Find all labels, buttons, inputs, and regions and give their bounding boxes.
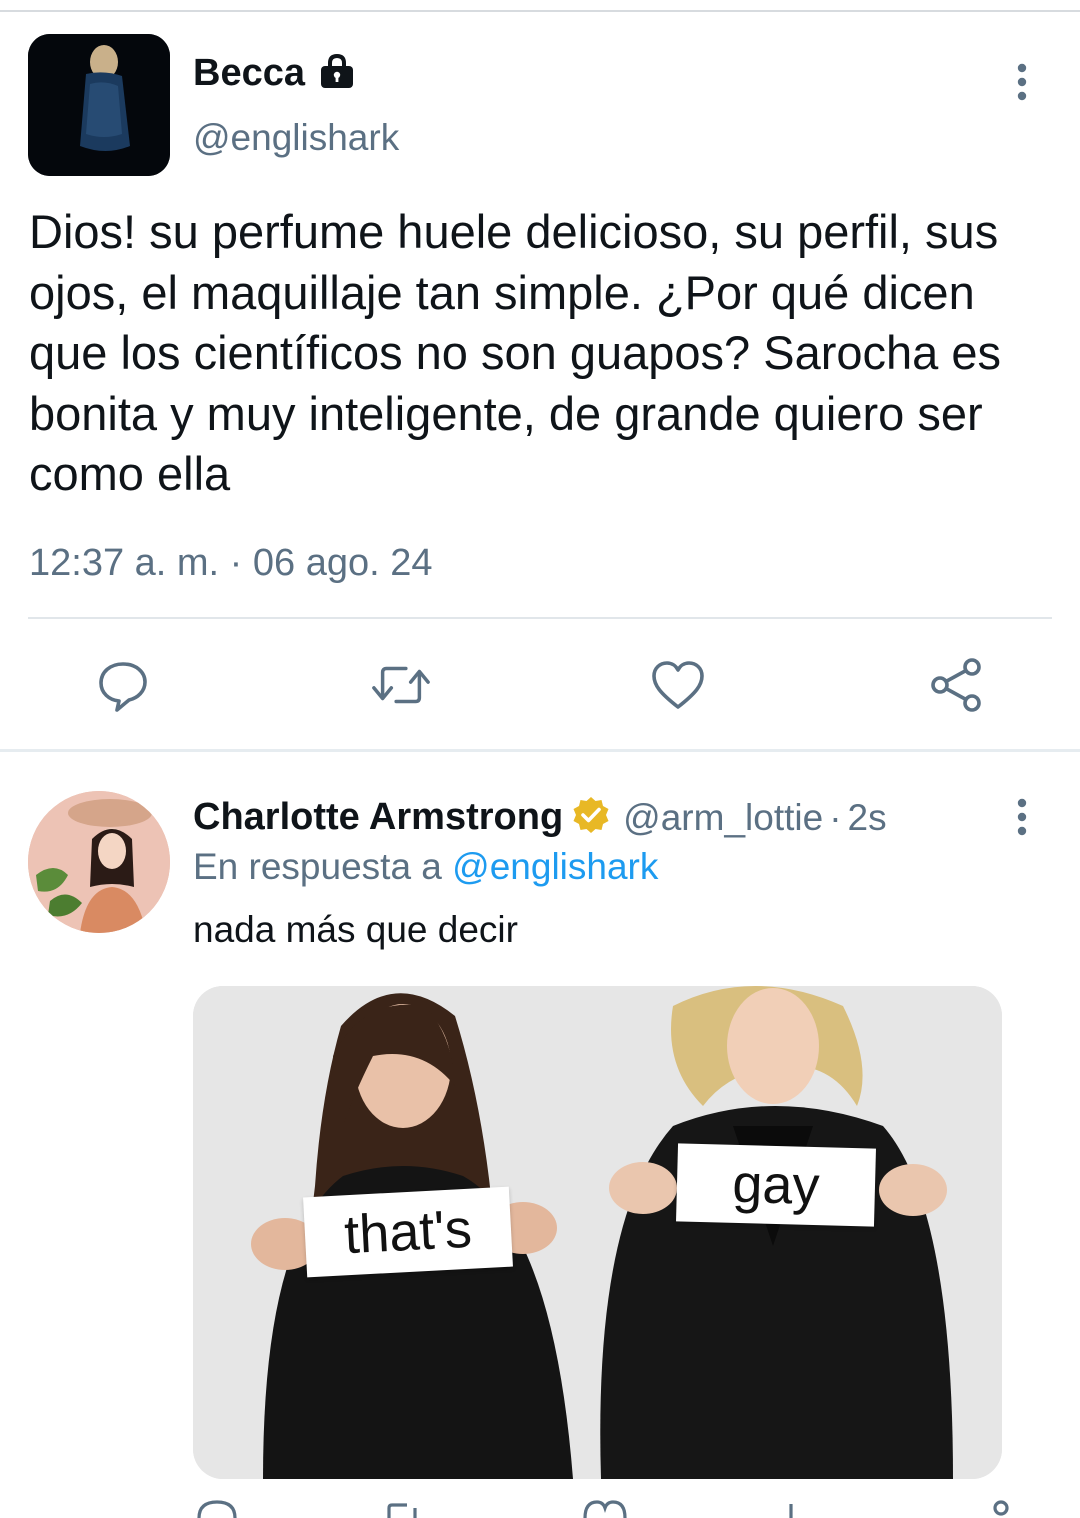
separator-dot: · [829,796,842,838]
reply-media-image[interactable]: that's gay [193,986,1002,1479]
caption-right-text: gay [731,1153,821,1217]
caption-left: that's [303,1186,513,1278]
reply-actions [193,1498,1023,1518]
in-reply-prefix: En respuesta a [193,846,442,887]
reply-text: nada más que decir [193,909,518,950]
more-vertical-icon[interactable] [1008,797,1036,842]
author-name-row: Becca [193,52,357,95]
reply-author-handle[interactable]: @arm_lottie [623,797,823,839]
heart-icon[interactable] [648,652,708,718]
reply-author-avatar[interactable] [28,791,170,933]
tweet-actions [0,652,1080,718]
lock-icon [317,53,357,94]
caption-right: gay [676,1143,876,1227]
retweet-icon[interactable] [371,652,431,718]
verified-badge-icon [571,795,611,840]
reply-header: Charlotte Armstrong @arm_lottie · 2s [193,795,887,840]
more-vertical-icon[interactable] [1008,62,1036,107]
tweet-text: Dios! su perfume huele delicioso, su per… [29,205,1001,500]
reply-author-name[interactable]: Charlotte Armstrong [193,796,563,839]
author-handle[interactable]: @englishark [193,117,399,159]
author-name[interactable]: Becca [193,52,305,95]
in-reply-to: En respuesta a @englishark [193,846,658,888]
caption-left-text: that's [342,1198,474,1266]
author-avatar[interactable] [28,34,170,176]
reply-icon[interactable] [93,652,153,718]
tweet-timestamp[interactable]: 12:37 a. m. · 06 ago. 24 [29,542,433,585]
tweet-detail-screen: Becca @englishark Dios! su perfume huele… [0,0,1080,1518]
reply-time[interactable]: 2s [848,797,887,839]
section-divider [0,749,1080,752]
share-icon[interactable] [926,652,986,718]
in-reply-mention[interactable]: @englishark [452,846,658,887]
top-divider [0,10,1080,12]
tweet-divider [28,617,1052,619]
